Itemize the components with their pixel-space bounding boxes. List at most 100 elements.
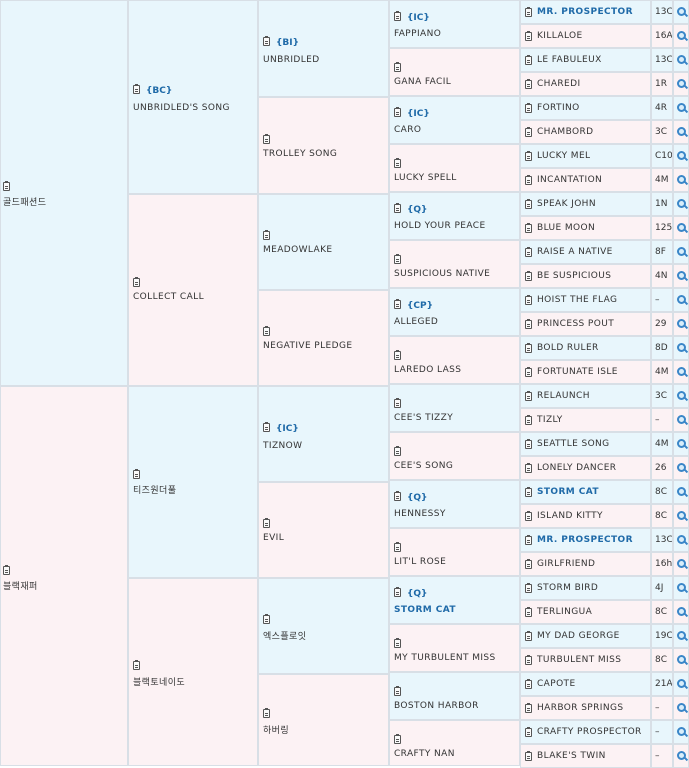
search-cell[interactable] bbox=[673, 240, 689, 264]
clipboard-icon[interactable] bbox=[263, 708, 270, 719]
gen5-cell[interactable]: STORM BIRD bbox=[520, 576, 651, 600]
gen4-cell[interactable]: LUCKY SPELL bbox=[389, 144, 520, 192]
gen5-cell[interactable]: RELAUNCH bbox=[520, 384, 651, 408]
horse-name[interactable]: CRAFTY PROSPECTOR bbox=[537, 727, 642, 737]
horse-name[interactable]: COLLECT CALL bbox=[133, 292, 204, 302]
gen4-cell[interactable]: {IC} CARO bbox=[389, 96, 520, 144]
clipboard-icon[interactable] bbox=[394, 446, 401, 457]
magnifier-icon[interactable] bbox=[677, 199, 687, 209]
magnifier-icon[interactable] bbox=[677, 295, 687, 305]
horse-name[interactable]: MEADOWLAKE bbox=[263, 245, 333, 255]
search-cell[interactable] bbox=[673, 216, 689, 240]
search-cell[interactable] bbox=[673, 552, 689, 576]
clipboard-icon[interactable] bbox=[394, 158, 401, 169]
clipboard-icon[interactable] bbox=[394, 686, 401, 697]
gen2-cell[interactable]: 블랙토네이도 bbox=[128, 578, 258, 766]
gen5-cell[interactable]: STORM CAT bbox=[520, 480, 651, 504]
clipboard-icon[interactable] bbox=[133, 660, 140, 671]
gen4-cell[interactable]: {CP} ALLEGED bbox=[389, 288, 520, 336]
search-cell[interactable] bbox=[673, 192, 689, 216]
gen1-cell[interactable]: 블랙재퍼 bbox=[0, 386, 128, 766]
search-cell[interactable] bbox=[673, 288, 689, 312]
clipboard-icon[interactable] bbox=[525, 271, 532, 282]
gen5-cell[interactable]: LONELY DANCER bbox=[520, 456, 651, 480]
magnifier-icon[interactable] bbox=[677, 391, 687, 401]
horse-name[interactable]: FORTUNATE ISLE bbox=[537, 367, 618, 377]
gen4-cell[interactable]: GANA FACIL bbox=[389, 48, 520, 96]
gen2-cell[interactable]: 티즈원더풀 bbox=[128, 386, 258, 578]
clipboard-icon[interactable] bbox=[3, 565, 10, 576]
clipboard-icon[interactable] bbox=[263, 36, 270, 47]
search-cell[interactable] bbox=[673, 432, 689, 456]
gen5-cell[interactable]: RAISE A NATIVE bbox=[520, 240, 651, 264]
search-cell[interactable] bbox=[673, 648, 689, 672]
gen4-cell[interactable]: LIT'L ROSE bbox=[389, 528, 520, 576]
horse-name[interactable]: BE SUSPICIOUS bbox=[537, 271, 611, 281]
gen3-cell[interactable]: {BI} UNBRIDLED bbox=[258, 0, 389, 97]
horse-name[interactable]: STORM BIRD bbox=[537, 583, 598, 593]
gen5-cell[interactable]: TERLINGUA bbox=[520, 600, 651, 624]
clipboard-icon[interactable] bbox=[394, 299, 401, 310]
magnifier-icon[interactable] bbox=[677, 367, 687, 377]
clipboard-icon[interactable] bbox=[525, 223, 532, 234]
magnifier-icon[interactable] bbox=[677, 679, 687, 689]
gen5-cell[interactable]: INCANTATION bbox=[520, 168, 651, 192]
clipboard-icon[interactable] bbox=[525, 127, 532, 138]
clipboard-icon[interactable] bbox=[394, 107, 401, 118]
clipboard-icon[interactable] bbox=[525, 511, 532, 522]
magnifier-icon[interactable] bbox=[677, 103, 687, 113]
clipboard-icon[interactable] bbox=[394, 587, 401, 598]
magnifier-icon[interactable] bbox=[677, 343, 687, 353]
clipboard-icon[interactable] bbox=[525, 55, 532, 66]
horse-name[interactable]: STORM CAT bbox=[537, 487, 599, 497]
horse-name[interactable]: SUSPICIOUS NATIVE bbox=[394, 269, 490, 279]
horse-name[interactable]: LIT'L ROSE bbox=[394, 557, 446, 567]
clipboard-icon[interactable] bbox=[394, 254, 401, 265]
clipboard-icon[interactable] bbox=[525, 343, 532, 354]
clipboard-icon[interactable] bbox=[525, 751, 532, 762]
clipboard-icon[interactable] bbox=[525, 703, 532, 714]
clipboard-icon[interactable] bbox=[525, 487, 532, 498]
magnifier-icon[interactable] bbox=[677, 607, 687, 617]
gen2-cell[interactable]: COLLECT CALL bbox=[128, 194, 258, 386]
gen3-cell[interactable]: 엑스플로잇 bbox=[258, 578, 389, 674]
horse-name[interactable]: HOIST THE FLAG bbox=[537, 295, 617, 305]
gen5-cell[interactable]: BOLD RULER bbox=[520, 336, 651, 360]
horse-name[interactable]: UNBRIDLED bbox=[263, 55, 320, 65]
search-cell[interactable] bbox=[673, 504, 689, 528]
gen4-cell[interactable]: {Q} STORM CAT bbox=[389, 576, 520, 624]
gen5-cell[interactable]: FORTUNATE ISLE bbox=[520, 360, 651, 384]
gen4-cell[interactable]: CEE'S TIZZY bbox=[389, 384, 520, 432]
search-cell[interactable] bbox=[673, 96, 689, 120]
search-cell[interactable] bbox=[673, 168, 689, 192]
gen5-cell[interactable]: LE FABULEUX bbox=[520, 48, 651, 72]
magnifier-icon[interactable] bbox=[677, 703, 687, 713]
horse-name[interactable]: LE FABULEUX bbox=[537, 55, 602, 65]
clipboard-icon[interactable] bbox=[525, 607, 532, 618]
magnifier-icon[interactable] bbox=[677, 175, 687, 185]
horse-name[interactable]: HOLD YOUR PEACE bbox=[394, 221, 486, 231]
gen5-cell[interactable]: BLAKE'S TWIN bbox=[520, 744, 651, 768]
horse-name[interactable]: BOSTON HARBOR bbox=[394, 701, 479, 711]
horse-name[interactable]: LUCKY MEL bbox=[537, 151, 590, 161]
magnifier-icon[interactable] bbox=[677, 79, 687, 89]
clipboard-icon[interactable] bbox=[525, 415, 532, 426]
search-cell[interactable] bbox=[673, 672, 689, 696]
search-cell[interactable] bbox=[673, 528, 689, 552]
horse-name[interactable]: PRINCESS POUT bbox=[537, 319, 614, 329]
horse-name[interactable]: TURBULENT MISS bbox=[537, 655, 621, 665]
clipboard-icon[interactable] bbox=[394, 62, 401, 73]
gen5-cell[interactable]: ISLAND KITTY bbox=[520, 504, 651, 528]
gen5-cell[interactable]: CRAFTY PROSPECTOR bbox=[520, 720, 651, 744]
gen4-cell[interactable]: BOSTON HARBOR bbox=[389, 672, 520, 720]
search-cell[interactable] bbox=[673, 456, 689, 480]
gen3-cell[interactable]: NEGATIVE PLEDGE bbox=[258, 290, 389, 386]
gen5-cell[interactable]: MR. PROSPECTOR bbox=[520, 528, 651, 552]
gen5-cell[interactable]: HOIST THE FLAG bbox=[520, 288, 651, 312]
gen5-cell[interactable]: CHAREDI bbox=[520, 72, 651, 96]
horse-name[interactable]: CHAMBORD bbox=[537, 127, 593, 137]
clipboard-icon[interactable] bbox=[525, 103, 532, 114]
clipboard-icon[interactable] bbox=[263, 422, 270, 433]
horse-name[interactable]: CAPOTE bbox=[537, 679, 576, 689]
gen4-cell[interactable]: SUSPICIOUS NATIVE bbox=[389, 240, 520, 288]
